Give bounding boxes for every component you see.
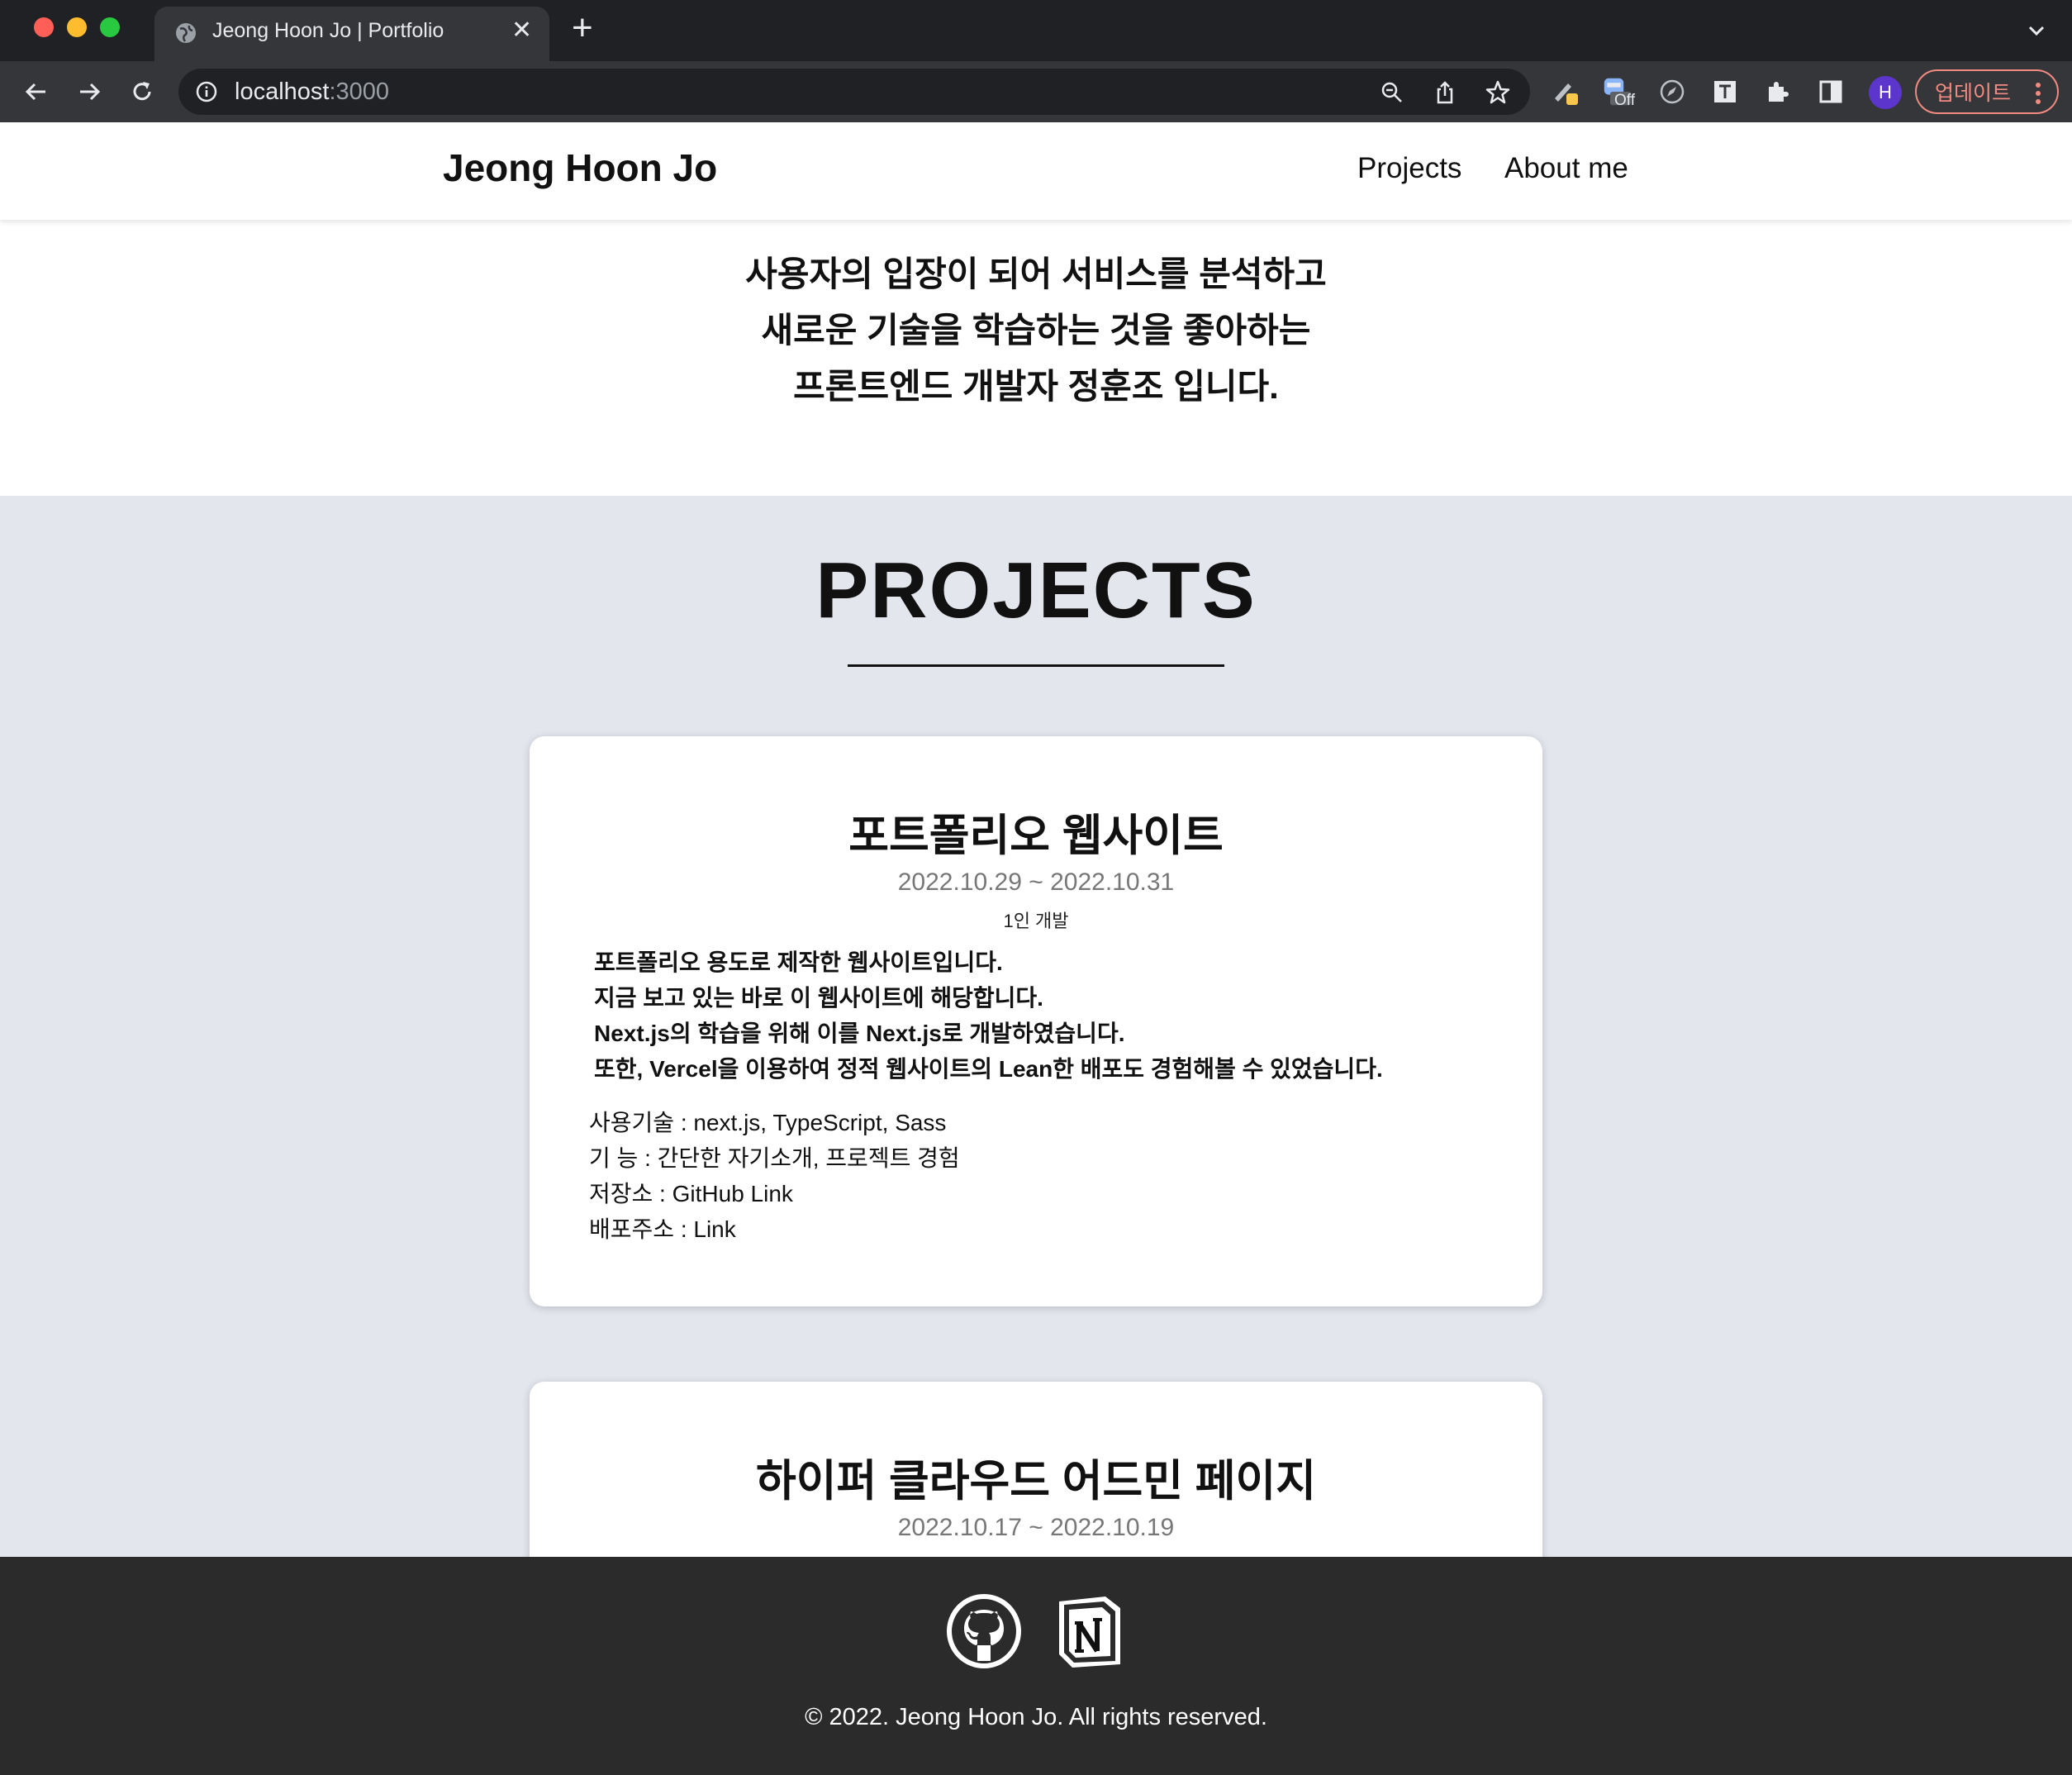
nav-link-projects[interactable]: Projects: [1357, 152, 1461, 185]
compass-extension-button[interactable]: [1657, 77, 1687, 107]
new-tab-button[interactable]: +: [572, 10, 593, 46]
site-header: Jeong Hoon Jo Projects About me: [0, 122, 2072, 220]
translate-extension-button[interactable]: Off: [1603, 77, 1635, 109]
minimize-window-button[interactable]: [67, 17, 87, 37]
browser-toolbar: localhost:3000 Off H 업데이트: [0, 61, 2072, 122]
compass-extension-icon: [1660, 79, 1685, 104]
info-features: 기 능 : 간단한 자기소개, 프로젝트 경험: [589, 1145, 960, 1171]
description-line: Next.js의 학습을 위해 이를 Next.js로 개발하였습니다.: [594, 1021, 1125, 1046]
forward-button[interactable]: [73, 75, 106, 108]
info-repository-link[interactable]: 저장소 : GitHub Link: [589, 1176, 960, 1211]
page-viewport: Jeong Hoon Jo Projects About me 사용자의 입장이…: [0, 122, 2072, 1775]
more-vertical-icon: [2036, 83, 2041, 104]
back-button[interactable]: [20, 75, 53, 108]
puzzle-extensions-icon: [1769, 82, 1789, 102]
project-title: 포트폴리오 웹사이트: [848, 811, 1224, 860]
tab-search-chevron-icon[interactable]: [2026, 20, 2047, 41]
share-button[interactable]: [1431, 79, 1459, 107]
text-extension-button[interactable]: [1710, 77, 1740, 107]
browser-tab-strip: Jeong Hoon Jo | Portfolio ✕ +: [0, 0, 2072, 61]
tab-close-icon[interactable]: ✕: [511, 18, 532, 43]
zoom-button[interactable]: [1378, 79, 1406, 107]
zoom-icon: [1381, 82, 1402, 102]
tab-title: Jeong Hoon Jo | Portfolio: [212, 19, 444, 42]
projects-title-underline: [848, 664, 1224, 667]
project-date: 2022.10.17 ~ 2022.10.19: [897, 1514, 1175, 1541]
address-bar[interactable]: localhost:3000: [178, 69, 1530, 115]
project-date: 2022.10.29 ~ 2022.10.31: [897, 868, 1175, 896]
pen-extension-icon: [1555, 83, 1578, 105]
globe-icon: [176, 23, 196, 43]
maximize-window-button[interactable]: [100, 17, 120, 37]
description-line: 또한, Vercel을 이용하여 정적 웹사이트의 Lean한 배포도 경험해볼…: [594, 1056, 1383, 1082]
intro-line: 새로운 기술을 학습하는 것을 좋아하는: [761, 311, 1311, 350]
description-line: 포트폴리오 용도로 제작한 웹사이트입니다.: [594, 949, 1003, 975]
brand-link[interactable]: Jeong Hoon Jo: [443, 145, 717, 190]
intro-line: 사용자의 입장이 되어 서비스를 분석하고: [745, 255, 1327, 293]
url-text: localhost:3000: [235, 79, 389, 106]
profile-avatar[interactable]: H: [1869, 76, 1902, 109]
project-team: 1인 개발: [1003, 911, 1069, 931]
info-deploy-link[interactable]: 배포주소 : Link: [589, 1211, 960, 1247]
url-port: :3000: [329, 79, 390, 105]
share-icon: [1437, 81, 1453, 104]
reload-icon: [133, 82, 151, 101]
reload-button[interactable]: [126, 75, 159, 108]
nav-link-about-me[interactable]: About me: [1504, 152, 1628, 185]
pen-extension-button[interactable]: [1552, 77, 1581, 107]
description-line: 지금 보고 있는 바로 이 웹사이트에 해당합니다.: [594, 985, 1043, 1011]
copyright-text: © 2022. Jeong Hoon Jo. All rights reserv…: [805, 1704, 1267, 1730]
extension-off-badge: Off: [1614, 92, 1635, 109]
projects-section: PROJECTS 포트폴리오 웹사이트 2022.10.29 ~ 2022.10…: [0, 496, 2072, 1729]
intro-line: 프론트엔드 개발자 정훈조 입니다.: [793, 367, 1279, 406]
site-footer: © 2022. Jeong Hoon Jo. All rights reserv…: [0, 1557, 2072, 1775]
intro-text: 사용자의 입장이 되어 서비스를 분석하고 새로운 기술을 학습하는 것을 좋아…: [0, 246, 2072, 415]
text-extension-icon: [1714, 81, 1736, 102]
project-title: 하이퍼 클라우드 어드민 페이지: [755, 1457, 1317, 1506]
update-button[interactable]: 업데이트: [1915, 69, 2059, 114]
forward-icon: [80, 83, 101, 101]
project-description: 포트폴리오 용도로 제작한 웹사이트입니다. 지금 보고 있는 바로 이 웹사이…: [594, 945, 1383, 1087]
info-icon[interactable]: [195, 80, 218, 103]
update-label: 업데이트: [1935, 82, 2012, 105]
projects-title: PROJECTS: [815, 546, 1257, 635]
extensions-button[interactable]: [1763, 77, 1793, 107]
side-panel-icon: [1819, 80, 1842, 103]
browser-tab-active[interactable]: Jeong Hoon Jo | Portfolio ✕: [154, 7, 549, 61]
project-info: 사용기술 : next.js, TypeScript, Sass 기 능 : 간…: [589, 1105, 960, 1247]
close-window-button[interactable]: [34, 17, 54, 37]
github-icon[interactable]: [946, 1593, 1022, 1669]
notion-icon[interactable]: [1051, 1593, 1127, 1669]
url-host: localhost: [235, 79, 330, 105]
project-card: 포트폴리오 웹사이트 2022.10.29 ~ 2022.10.31 1인 개발…: [530, 736, 1542, 1306]
back-icon: [25, 83, 45, 101]
bookmark-button[interactable]: [1484, 79, 1512, 107]
bookmark-star-icon: [1485, 80, 1510, 104]
side-panel-button[interactable]: [1816, 77, 1846, 107]
info-tech-stack: 사용기술 : next.js, TypeScript, Sass: [589, 1110, 947, 1135]
